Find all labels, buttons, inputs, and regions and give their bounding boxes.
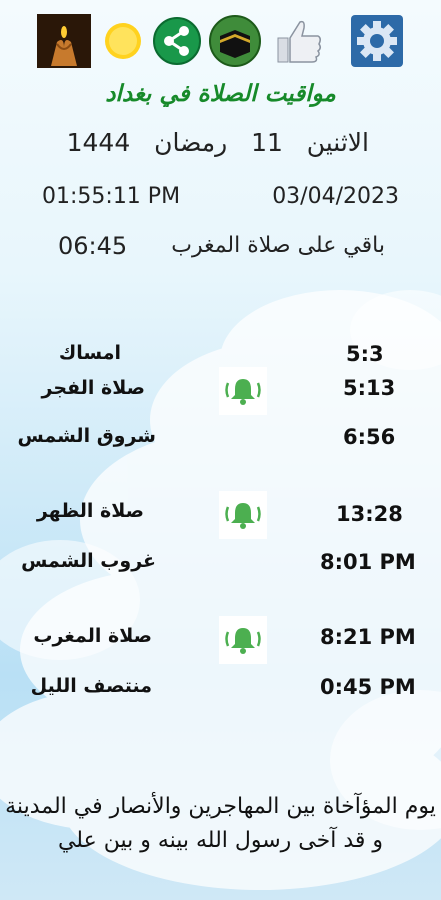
hijri-date: الاثنين 11 رمضان 1444 <box>67 130 369 155</box>
gregorian-date: 03/04/2023 <box>272 184 399 209</box>
hijri-month: رمضان <box>154 128 228 157</box>
current-time: 01:55:11 PM <box>42 184 181 209</box>
share-icon[interactable] <box>150 14 204 68</box>
prayer-name-maghrib: صلاة المغرب <box>33 625 152 647</box>
prayer-time-fajr: 5:13 <box>343 376 396 400</box>
bell-icon-maghrib[interactable] <box>219 616 267 664</box>
prayer-time-imsak: 5:3 <box>346 342 384 366</box>
kaaba-icon[interactable] <box>208 14 262 68</box>
prayer-name-midnight: منتصف الليل <box>30 675 152 697</box>
prayer-name-sunrise: شروق الشمس <box>17 425 157 447</box>
prayer-name-fajr: صلاة الفجر <box>41 377 145 399</box>
hijri-year: 1444 <box>66 128 131 157</box>
thumbs-up-icon[interactable] <box>272 14 326 68</box>
prayer-time-sunset: 8:01 PM <box>320 550 416 574</box>
page-title: مواقيت الصلاة في بغداد <box>105 80 336 107</box>
bell-icon-fajr[interactable] <box>219 367 267 415</box>
gear-icon[interactable] <box>350 14 404 68</box>
hijri-day: 11 <box>251 128 283 157</box>
prayer-name-dhuhr: صلاة الظهر <box>36 500 144 522</box>
praying-hands-icon[interactable] <box>37 14 91 68</box>
prayer-time-sunrise: 6:56 <box>343 425 396 449</box>
prayer-name-imsak: امساك <box>58 342 121 364</box>
prayer-time-maghrib: 8:21 PM <box>320 625 416 649</box>
sun-icon[interactable] <box>96 14 150 68</box>
countdown-label: باقي على صلاة المغرب <box>171 233 385 258</box>
hijri-day-name: الاثنين <box>306 128 369 157</box>
countdown-value: 06:45 <box>58 232 128 260</box>
occasion-text: يوم المؤآخاة بين المهاجرين والأنصار في ا… <box>5 794 436 853</box>
prayer-time-dhuhr: 13:28 <box>336 502 403 526</box>
prayer-name-sunset: غروب الشمس <box>21 550 156 572</box>
prayer-time-midnight: 0:45 PM <box>320 675 416 699</box>
bell-icon-dhuhr[interactable] <box>219 491 267 539</box>
